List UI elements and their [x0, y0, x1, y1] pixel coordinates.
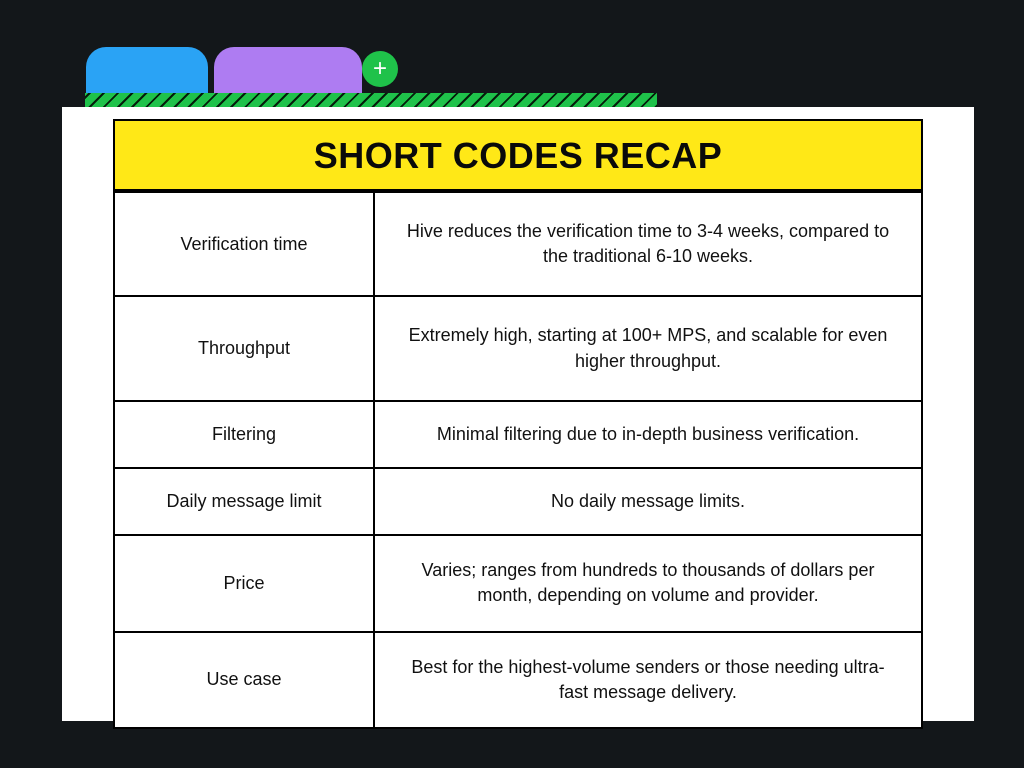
table-row: Verification time Hive reduces the verif…	[115, 191, 921, 295]
row-value: Extremely high, starting at 100+ MPS, an…	[375, 297, 921, 399]
row-label: Filtering	[115, 402, 375, 467]
table-row: Throughput Extremely high, starting at 1…	[115, 295, 921, 399]
row-label: Throughput	[115, 297, 375, 399]
recap-table: SHORT CODES RECAP Verification time Hive…	[113, 119, 923, 729]
row-label: Use case	[115, 633, 375, 727]
table-row: Filtering Minimal filtering due to in-de…	[115, 400, 921, 467]
row-value: Hive reduces the verification time to 3-…	[375, 193, 921, 295]
row-value: No daily message limits.	[375, 469, 921, 534]
tab-item-blue[interactable]	[86, 47, 208, 93]
add-tab-button[interactable]: +	[362, 51, 398, 87]
table-row: Daily message limit No daily message lim…	[115, 467, 921, 534]
row-value: Varies; ranges from hundreds to thousand…	[375, 536, 921, 630]
document-page: SHORT CODES RECAP Verification time Hive…	[62, 107, 974, 721]
row-label: Daily message limit	[115, 469, 375, 534]
plus-icon: +	[373, 57, 387, 81]
row-value: Best for the highest-volume senders or t…	[375, 633, 921, 727]
row-label: Price	[115, 536, 375, 630]
row-value: Minimal filtering due to in-depth busine…	[375, 402, 921, 467]
table-row: Price Varies; ranges from hundreds to th…	[115, 534, 921, 630]
decorative-hatch-strip	[85, 93, 657, 107]
table-title: SHORT CODES RECAP	[125, 135, 911, 177]
table-row: Use case Best for the highest-volume sen…	[115, 631, 921, 727]
table-header: SHORT CODES RECAP	[115, 121, 921, 191]
row-label: Verification time	[115, 193, 375, 295]
tab-row: +	[86, 45, 398, 93]
tab-item-purple[interactable]	[214, 47, 362, 93]
